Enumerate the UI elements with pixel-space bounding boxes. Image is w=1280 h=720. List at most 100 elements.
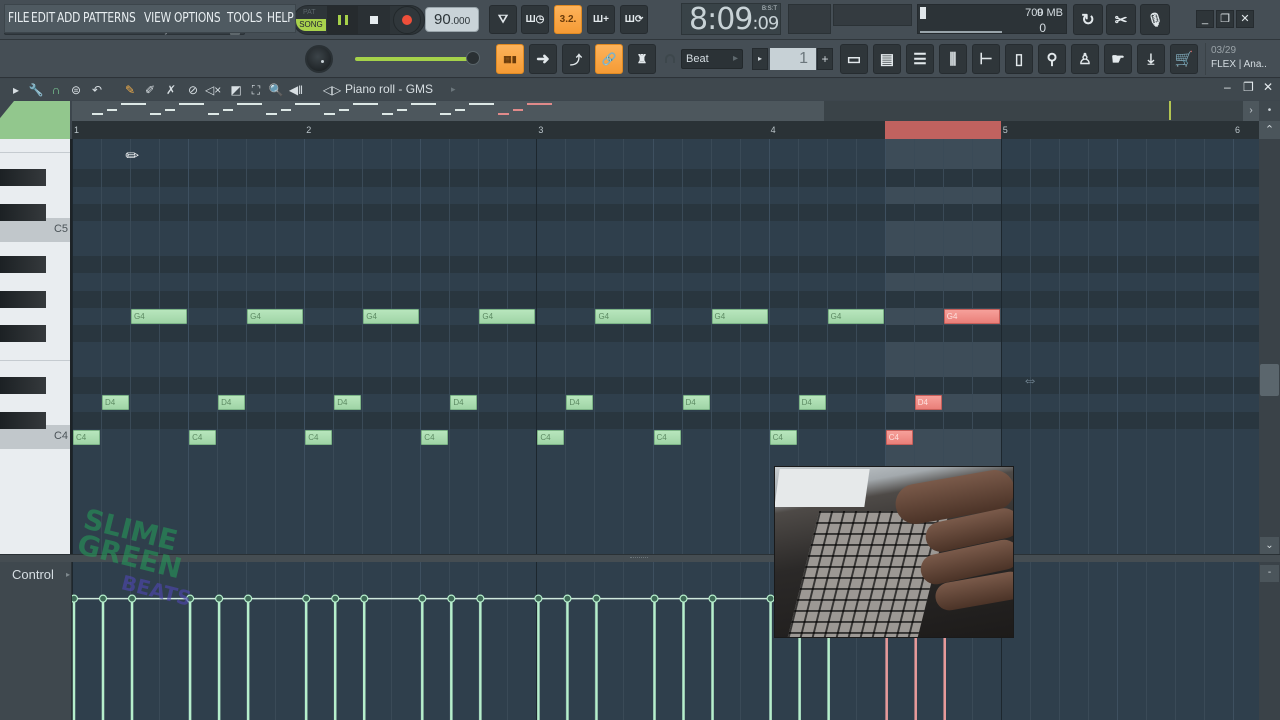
black-key[interactable] xyxy=(0,290,46,308)
tempo-tap-button[interactable]: ♜ xyxy=(628,44,656,74)
velocity-handle[interactable] xyxy=(563,594,572,603)
record-audio-button[interactable]: 🎙 xyxy=(1140,4,1170,35)
velocity-handle[interactable] xyxy=(679,594,688,603)
pencil-tool-icon[interactable]: ✎ xyxy=(122,82,138,98)
note[interactable]: C4 xyxy=(305,429,333,445)
velocity-handle[interactable] xyxy=(592,594,601,603)
menu-add[interactable]: ADD xyxy=(57,11,80,26)
pat-mode-label[interactable]: PAT xyxy=(303,9,316,16)
pattern-number-input[interactable]: 1 xyxy=(770,48,816,70)
plugin-database-button[interactable]: ⚲ xyxy=(1038,44,1066,74)
velocity-handle[interactable] xyxy=(534,594,543,603)
note[interactable]: G4 xyxy=(827,308,884,324)
event-tool-corner[interactable] xyxy=(0,101,70,139)
divider-grip[interactable] xyxy=(630,557,648,559)
velocity-handle[interactable] xyxy=(331,594,340,603)
song-mode-toggle[interactable]: SONG xyxy=(296,19,326,31)
black-key[interactable] xyxy=(0,377,46,395)
note[interactable]: C4 xyxy=(537,429,565,445)
control-scrollbar[interactable] xyxy=(1259,562,1280,720)
note[interactable]: G4 xyxy=(711,308,768,324)
note[interactable]: D4 xyxy=(566,395,594,411)
black-key[interactable] xyxy=(0,204,46,222)
note[interactable]: G4 xyxy=(595,308,652,324)
pr-minimize-button[interactable]: – xyxy=(1224,80,1231,94)
browser-button[interactable]: ⊢ xyxy=(972,44,1000,74)
master-volume-handle[interactable] xyxy=(466,51,480,65)
wrench-icon[interactable]: 🔧 xyxy=(28,82,44,98)
velocity-handle[interactable] xyxy=(244,594,253,603)
pattern-overview-scrollbar[interactable] xyxy=(72,101,1259,121)
black-key[interactable] xyxy=(0,169,46,187)
menu-file[interactable]: FILE xyxy=(8,11,29,26)
news-panel[interactable]: 03/29 FLEX | Ana.. xyxy=(1205,43,1277,75)
menu-arrow-icon[interactable]: ▸ xyxy=(8,82,24,98)
undo-history-button[interactable]: ↻ xyxy=(1073,4,1103,35)
overview-scroll-right[interactable]: › xyxy=(1243,101,1259,121)
scroll-up-button[interactable]: ⌃ xyxy=(1259,121,1280,139)
pr-close-button[interactable]: ✕ xyxy=(1263,80,1273,94)
velocity-handle[interactable] xyxy=(360,594,369,603)
zoom-tool-icon[interactable]: ⛶ xyxy=(248,82,264,98)
menu-view[interactable]: VIEW xyxy=(144,11,171,26)
list-icon[interactable]: ⊜ xyxy=(68,82,84,98)
velocity-handle[interactable] xyxy=(418,594,427,603)
cut-tool-button[interactable]: ✂ xyxy=(1106,4,1136,35)
playback-tool-icon[interactable]: 🔍 xyxy=(268,82,284,98)
stop-button[interactable] xyxy=(358,6,390,34)
master-pitch-knob-2[interactable] xyxy=(305,45,333,73)
loop-region-marker[interactable] xyxy=(885,121,1001,139)
menu-edit[interactable]: EDIT xyxy=(31,11,55,26)
magnet-icon[interactable]: ∩ xyxy=(48,82,64,98)
step-forward-button[interactable]: ➜ xyxy=(529,44,557,74)
step-edit-button[interactable]: Ш+ xyxy=(587,5,615,34)
wait-for-input-button[interactable]: Ш◷ xyxy=(521,5,549,34)
velocity-handle[interactable] xyxy=(72,594,79,603)
key-c5[interactable]: C5 xyxy=(0,218,70,242)
export-button[interactable]: ⤓ xyxy=(1137,44,1165,74)
pattern-prev-button[interactable]: ▸ xyxy=(752,48,768,70)
control-target-label[interactable]: Control xyxy=(12,567,54,582)
note-grid[interactable]: C4 D4 G4 C4 D4 G4 C4 D4 G4 C4 D4 G4 C4 D4 G4 C4 D4 G4 C4 D4… xyxy=(72,139,1259,554)
delete-tool-icon[interactable]: ✗ xyxy=(163,82,179,98)
note[interactable]: C4 xyxy=(885,429,913,445)
restore-button[interactable]: ❐ xyxy=(1216,10,1234,28)
menu-options[interactable]: OPTIONS xyxy=(174,11,221,26)
minimize-button[interactable]: _ xyxy=(1196,10,1214,28)
note[interactable]: C4 xyxy=(769,429,797,445)
note[interactable]: G4 xyxy=(479,308,536,324)
record-button[interactable] xyxy=(393,6,421,34)
velocity-handle[interactable] xyxy=(476,594,485,603)
velocity-handle[interactable] xyxy=(708,594,717,603)
metronome-button[interactable]: ⛛ xyxy=(489,5,517,34)
shop-button[interactable]: 🛒 xyxy=(1170,44,1198,74)
typing-keyboard-button[interactable]: ▦▮ xyxy=(496,44,524,74)
piano-keyboard[interactable]: C5 C4 xyxy=(0,139,72,554)
piano-roll-button[interactable]: ▤ xyxy=(873,44,901,74)
note[interactable]: D4 xyxy=(102,395,130,411)
note[interactable]: D4 xyxy=(218,395,246,411)
playlist-button[interactable]: ▭ xyxy=(840,44,868,74)
note[interactable]: C4 xyxy=(189,429,217,445)
piano-roll-title[interactable]: Piano roll - GMS xyxy=(345,82,433,96)
overview-menu-button[interactable]: • xyxy=(1259,101,1280,121)
channel-rack-button[interactable]: ☰ xyxy=(906,44,934,74)
note[interactable]: C4 xyxy=(653,429,681,445)
note[interactable]: C4 xyxy=(73,429,101,445)
note[interactable]: D4 xyxy=(334,395,362,411)
note[interactable]: G4 xyxy=(131,308,188,324)
project-files-button[interactable]: ▯ xyxy=(1005,44,1033,74)
vertical-scroll-thumb[interactable] xyxy=(1260,364,1279,396)
pattern-add-button[interactable]: + xyxy=(817,48,833,70)
note[interactable]: G4 xyxy=(943,308,1000,324)
select-tool-icon[interactable]: ◩ xyxy=(228,82,244,98)
play-pause-button[interactable] xyxy=(327,6,359,34)
link-button[interactable]: 🔗 xyxy=(595,44,623,74)
slice-tool-icon[interactable]: ◁× xyxy=(205,82,221,98)
note[interactable]: D4 xyxy=(914,395,942,411)
velocity-bars[interactable] xyxy=(72,562,1259,720)
tempo-display[interactable]: 90.000 xyxy=(425,7,479,32)
snap-select[interactable]: Beat xyxy=(681,49,743,69)
slide-button[interactable]: ⤴ xyxy=(562,44,590,74)
note[interactable]: C4 xyxy=(421,429,449,445)
